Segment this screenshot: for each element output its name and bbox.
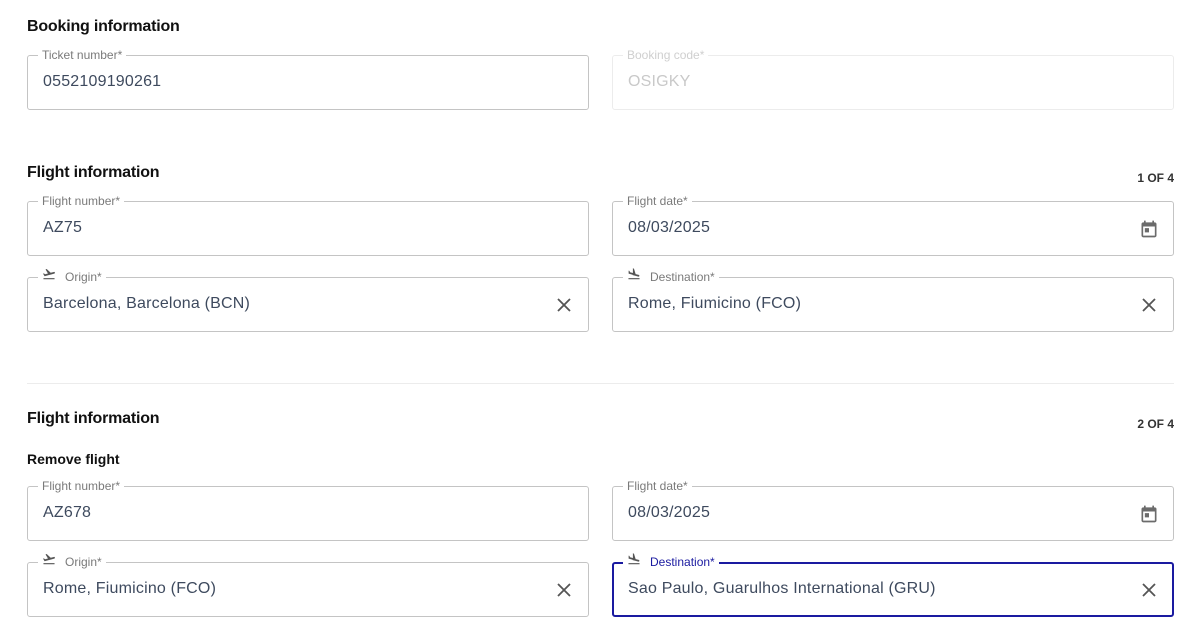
destination-label: Destination* [650, 270, 715, 284]
booking-section-title: Booking information [27, 18, 180, 35]
close-icon[interactable] [554, 580, 574, 600]
flight-1-number-input[interactable] [43, 219, 523, 237]
section-divider [27, 383, 1174, 384]
flight-2-date-input[interactable] [628, 504, 1108, 522]
origin-label: Origin* [65, 270, 102, 284]
flight-number-label: Flight number* [38, 479, 125, 493]
close-icon[interactable] [1139, 295, 1159, 315]
flight-2-origin-input[interactable] [43, 580, 523, 598]
flight-takeoff-icon [43, 269, 55, 280]
flight-2-date-field[interactable]: Flight date* [612, 479, 1174, 541]
flight-2-destination-input[interactable] [628, 580, 1108, 598]
flight-2-number-input[interactable] [43, 504, 523, 522]
remove-flight-button[interactable]: Remove flight [27, 451, 120, 467]
ticket-number-label: Ticket number* [38, 48, 127, 62]
flight-1-date-input[interactable] [628, 219, 1108, 237]
origin-label: Origin* [65, 555, 102, 569]
flight-2-destination-field[interactable]: Destination* [612, 553, 1174, 617]
ticket-number-field[interactable]: Ticket number* [27, 48, 589, 110]
flight-2-number-field[interactable]: Flight number* [27, 479, 589, 541]
flight-2-section-title: Flight information [27, 410, 160, 427]
flight-2-counter: 2 OF 4 [1137, 417, 1174, 431]
booking-code-input [628, 73, 1108, 91]
flight-number-label: Flight number* [38, 194, 125, 208]
destination-label: Destination* [650, 555, 715, 569]
flight-land-icon [628, 268, 640, 280]
calendar-icon[interactable] [1139, 219, 1159, 239]
flight-1-origin-input[interactable] [43, 295, 523, 313]
flight-1-counter: 1 OF 4 [1137, 171, 1174, 185]
close-icon[interactable] [1139, 580, 1159, 600]
flight-land-icon [628, 553, 640, 565]
flight-1-destination-field[interactable]: Destination* [612, 268, 1174, 332]
ticket-number-input[interactable] [43, 73, 523, 91]
flight-2-origin-field[interactable]: Origin* [27, 554, 589, 617]
flight-1-date-field[interactable]: Flight date* [612, 194, 1174, 256]
booking-code-label: Booking code* [623, 48, 709, 62]
calendar-icon[interactable] [1139, 504, 1159, 524]
booking-code-field: Booking code* [612, 48, 1174, 110]
flight-date-label: Flight date* [623, 479, 692, 493]
flight-takeoff-icon [43, 554, 55, 565]
close-icon[interactable] [554, 295, 574, 315]
flight-1-number-field[interactable]: Flight number* [27, 194, 589, 256]
flight-1-section-title: Flight information [27, 164, 160, 181]
flight-1-destination-input[interactable] [628, 295, 1108, 313]
flight-date-label: Flight date* [623, 194, 692, 208]
flight-1-origin-field[interactable]: Origin* [27, 269, 589, 332]
